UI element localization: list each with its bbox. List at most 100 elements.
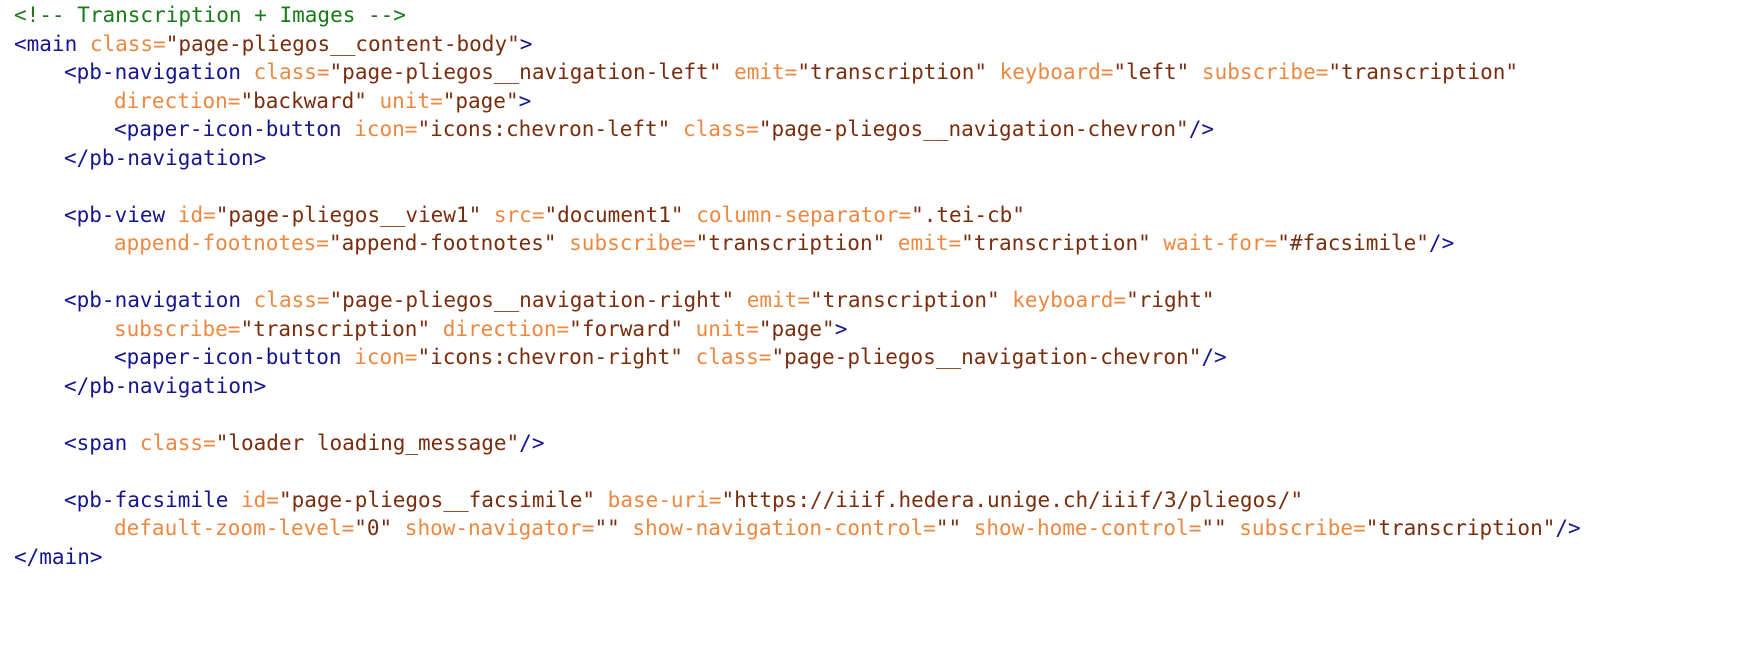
code-attr: keyboard= bbox=[999, 288, 1127, 312]
code-value: "page" bbox=[758, 316, 835, 341]
code-attr: src= bbox=[481, 202, 545, 227]
code-value: "transcription" bbox=[961, 231, 1151, 255]
code-value: "right" bbox=[1126, 288, 1215, 312]
code-attr: class= bbox=[241, 60, 330, 84]
code-tag: /> bbox=[1555, 516, 1581, 540]
code-attr: append-footnotes= bbox=[114, 231, 329, 255]
code-tag: </main> bbox=[14, 544, 103, 569]
code-tag: </pb-navigation> bbox=[64, 145, 267, 170]
code-value: "page-pliegos__content-body" bbox=[165, 31, 520, 56]
code-tag: <span bbox=[64, 430, 128, 455]
code-attr: class= bbox=[127, 430, 216, 455]
code-tag: <main bbox=[14, 31, 78, 56]
code-value: "append-footnotes" bbox=[328, 231, 557, 255]
code-value: "transcription" bbox=[695, 231, 886, 255]
code-attr: keyboard= bbox=[986, 60, 1114, 84]
code-comment: <!-- Transcription + Images --> bbox=[14, 3, 406, 27]
code-value: "page-pliegos__navigation-left" bbox=[329, 60, 722, 84]
code-value: "page" bbox=[442, 88, 519, 113]
code-tag: <paper-icon-button bbox=[114, 345, 342, 369]
code-line: <pb-view id="page-pliegos__view1" src="d… bbox=[14, 201, 1760, 230]
code-tag: > bbox=[519, 31, 533, 56]
code-tag: > bbox=[518, 88, 532, 113]
code-tag: /> bbox=[1428, 231, 1455, 255]
code-tag: <pb-navigation bbox=[64, 60, 242, 84]
code-line: default-zoom-level="0" show-navigator= ""… bbox=[14, 514, 1760, 543]
code-tag: <pb-view bbox=[64, 202, 166, 227]
code-attr: subscribe= bbox=[1189, 60, 1329, 84]
code-attr: base-uri= bbox=[595, 487, 722, 512]
code-value: ".tei-cb" bbox=[911, 202, 1025, 227]
code-line: <pb-navigation class="page-pliegos__navi… bbox=[14, 58, 1760, 87]
code-attr: wait-for= bbox=[1150, 231, 1278, 255]
code-attr: direction= bbox=[430, 316, 570, 341]
code-attr: show-navigator= bbox=[392, 516, 595, 540]
code-value: "page-pliegos__navigation-right" bbox=[329, 288, 735, 312]
code-line: <!-- Transcription + Images --> bbox=[14, 1, 1760, 30]
code-tag: /> bbox=[1201, 345, 1227, 369]
code-tag: </pb-navigation> bbox=[64, 373, 267, 398]
code-value: "icons:chevron-right" bbox=[417, 345, 683, 369]
code-tag: <pb-navigation bbox=[64, 288, 242, 312]
code-line: </pb-navigation> bbox=[14, 144, 1760, 173]
code-attr: id= bbox=[165, 202, 216, 227]
code-value: "" bbox=[935, 516, 962, 540]
code-attr: class= bbox=[77, 31, 166, 56]
code-tag: <paper-icon-button bbox=[114, 117, 342, 141]
code-attr: show-home-control= bbox=[961, 516, 1202, 540]
code-tag: /> bbox=[519, 430, 545, 455]
code-attr: icon= bbox=[341, 345, 418, 369]
code-attr: class= bbox=[241, 288, 330, 312]
code-line: <paper-icon-button icon="icons:chevron-l… bbox=[14, 115, 1760, 144]
code-line: </pb-navigation> bbox=[14, 372, 1760, 401]
code-attr: subscribe= bbox=[556, 231, 696, 255]
code-tag: /> bbox=[1188, 117, 1214, 141]
code-value: "page-pliegos__view1" bbox=[215, 202, 482, 227]
code-line: <main class="page-pliegos__content-body"… bbox=[14, 30, 1760, 59]
code-attr: direction= bbox=[114, 88, 241, 113]
code-value: "page-pliegos__navigation-chevron" bbox=[758, 117, 1189, 141]
code-attr: subscribe= bbox=[114, 316, 241, 341]
code-attr: unit= bbox=[682, 316, 759, 341]
code-value: "loader loading_message" bbox=[215, 430, 520, 455]
code-attr: default-zoom-level= bbox=[114, 516, 355, 540]
code-attr: column-separator= bbox=[683, 202, 912, 227]
code-attr: class= bbox=[670, 117, 759, 141]
code-value: "page-pliegos__facsimile" bbox=[278, 487, 596, 512]
code-value: "#facsimile" bbox=[1277, 231, 1429, 255]
code-value: "https://iiif.hedera.unige.ch/iiif/3/pli… bbox=[721, 487, 1304, 512]
code-value: "transcription" bbox=[240, 316, 431, 341]
code-value: "document1" bbox=[544, 202, 684, 227]
code-line: <paper-icon-button icon="icons:chevron-r… bbox=[14, 343, 1760, 372]
code-value: "transcription" bbox=[797, 60, 987, 84]
code-value: "transcription" bbox=[1328, 60, 1519, 84]
code-value: "icons:chevron-left" bbox=[417, 117, 671, 141]
code-value: "page-pliegos__navigation-chevron" bbox=[771, 345, 1202, 369]
code-value: "0" bbox=[354, 516, 393, 540]
code-attr: icon= bbox=[341, 117, 418, 141]
code-line: <pb-navigation class="page-pliegos__navi… bbox=[14, 286, 1760, 315]
code-line: <span class="loader loading_message"/> bbox=[14, 429, 1760, 458]
code-value: "left" bbox=[1113, 60, 1190, 84]
code-tag: > bbox=[834, 316, 848, 341]
code-value: "transcription" bbox=[1365, 516, 1556, 540]
code-attr: unit= bbox=[366, 88, 443, 113]
code-line: direction="backward" unit="page"> bbox=[14, 87, 1760, 116]
code-line: <pb-facsimile id="page-pliegos__facsimil… bbox=[14, 486, 1760, 515]
code-block: <!-- Transcription + Images --> <main cl… bbox=[0, 1, 1760, 571]
code-attr: show-navigation-control= bbox=[619, 516, 936, 540]
code-line: append-footnotes="append-footnotes" subs… bbox=[14, 229, 1760, 258]
code-attr: class= bbox=[682, 345, 772, 369]
code-value: "" bbox=[1201, 516, 1227, 540]
code-attr: subscribe= bbox=[1226, 516, 1366, 540]
code-attr: emit= bbox=[734, 288, 810, 312]
code-line: subscribe="transcription" direction="for… bbox=[14, 315, 1760, 344]
code-attr: emit= bbox=[721, 60, 798, 84]
code-value: "backward" bbox=[240, 88, 367, 113]
code-value: "transcription" bbox=[809, 288, 1000, 312]
code-tag: <pb-facsimile bbox=[64, 487, 229, 512]
